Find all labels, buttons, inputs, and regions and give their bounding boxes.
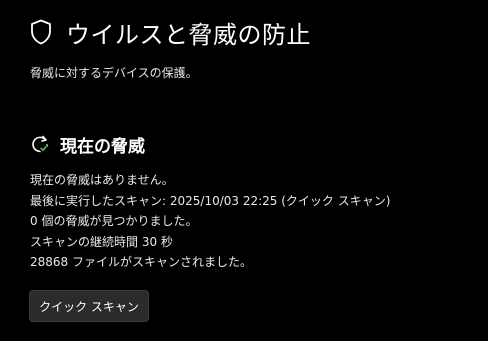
current-threats-title: 現在の脅威 xyxy=(60,136,145,157)
page-header: ウイルスと脅威の防止 xyxy=(30,15,311,49)
threat-status-text: 現在の脅威はありません。 xyxy=(30,173,174,187)
virus-threat-protection-page: ウイルスと脅威の防止 脅威に対するデバイスの保護。 現在の脅威 現在の脅威はあり… xyxy=(0,0,488,341)
current-threats-header: 現在の脅威 xyxy=(30,132,145,157)
page-subtitle: 脅威に対するデバイスの保護。 xyxy=(30,66,198,80)
last-scan-text: 最後に実行したスキャン: 2025/10/03 22:25 (クイック スキャン… xyxy=(30,193,391,208)
files-scanned-text: 28868 ファイルがスキャンされました。 xyxy=(30,255,252,269)
scan-duration-text: スキャンの継続時間 30 秒 xyxy=(30,234,173,249)
quick-scan-button[interactable]: クイック スキャン xyxy=(29,290,149,322)
scan-details: 現在の脅威はありません。 最後に実行したスキャン: 2025/10/03 22:… xyxy=(30,170,390,273)
scan-refresh-icon xyxy=(30,134,50,154)
page-title: ウイルスと脅威の防止 xyxy=(66,20,311,49)
threats-found-text: 0 個の脅威が見つかりました。 xyxy=(30,214,198,228)
shield-icon xyxy=(30,19,52,45)
